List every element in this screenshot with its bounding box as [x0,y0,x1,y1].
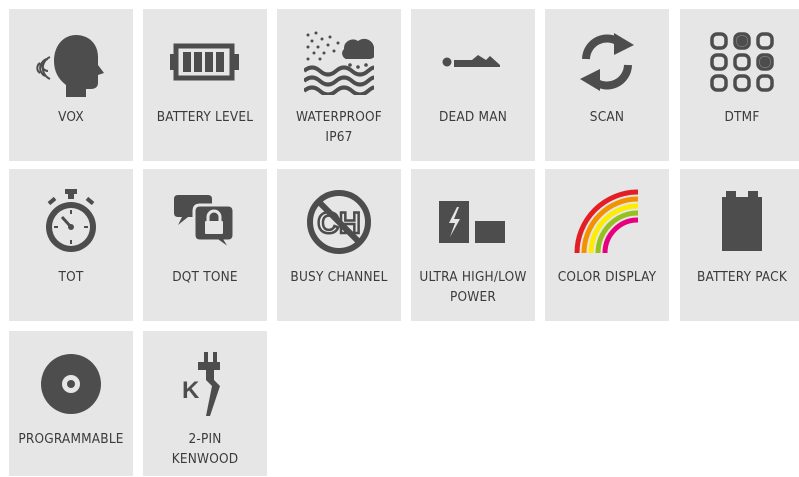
waterproof-icon [277,27,401,97]
kenwood-2pin-icon: K [143,349,267,419]
feature-tile-busy-channel: CH BUSY CHANNEL [277,169,401,321]
feature-label-busy-channel: BUSY CHANNEL [290,269,388,285]
feature-label-programmable: PROGRAMMABLE [18,431,124,447]
feature-label-dtmf: DTMF [724,109,760,125]
feature-tile-2-pin-kenwood: K 2-PIN KENWOOD [143,331,267,476]
feature-label-dead-man: DEAD MAN [438,109,507,125]
disc-icon [9,349,133,419]
battery-pack-icon [680,187,799,257]
battery-level-icon [143,27,267,97]
dead-man-icon [411,27,535,97]
scan-arrows-icon [545,27,669,97]
feature-label-battery-level: BATTERY LEVEL [156,109,254,125]
feature-tile-waterproof: WATERPROOF IP67 [277,9,401,161]
feature-label-waterproof: WATERPROOF IP67 [296,109,382,145]
kenwood-letter: K [182,377,200,404]
feature-tile-dtmf: DTMF [680,9,799,161]
feature-tile-vox: VOX [9,9,133,161]
feature-label-scan: SCAN [589,109,625,125]
rainbow-icon [545,187,669,257]
feature-label-tot: TOT [58,269,84,285]
feature-label-ultra-high-low-power: ULTRA HIGH/LOW POWER [419,269,527,305]
feature-label-color-display: COLOR DISPLAY [557,269,657,285]
feature-label-battery-pack: BATTERY PACK [696,269,788,285]
feature-tile-battery-level: BATTERY LEVEL [143,9,267,161]
dtmf-keypad-icon [680,27,799,97]
feature-tile-programmable: PROGRAMMABLE [9,331,133,476]
feature-label-vox: VOX [58,109,84,125]
feature-tile-tot: TOT [9,169,133,321]
feature-tile-battery-pack: BATTERY PACK [680,169,799,321]
feature-tile-ultra-high-low-power: ULTRA HIGH/LOW POWER [411,169,535,321]
vox-head-icon [9,27,133,97]
chat-lock-icon [143,187,267,257]
busy-channel-icon: CH [277,187,401,257]
feature-tile-dqt-tone: DQT TONE [143,169,267,321]
feature-label-2-pin-kenwood: 2-PIN KENWOOD [171,431,239,467]
power-level-icon [411,187,535,257]
feature-tile-scan: SCAN [545,9,669,161]
feature-tile-dead-man: DEAD MAN [411,9,535,161]
feature-label-dqt-tone: DQT TONE [172,269,238,285]
stopwatch-icon [9,187,133,257]
feature-tile-color-display: COLOR DISPLAY [545,169,669,321]
